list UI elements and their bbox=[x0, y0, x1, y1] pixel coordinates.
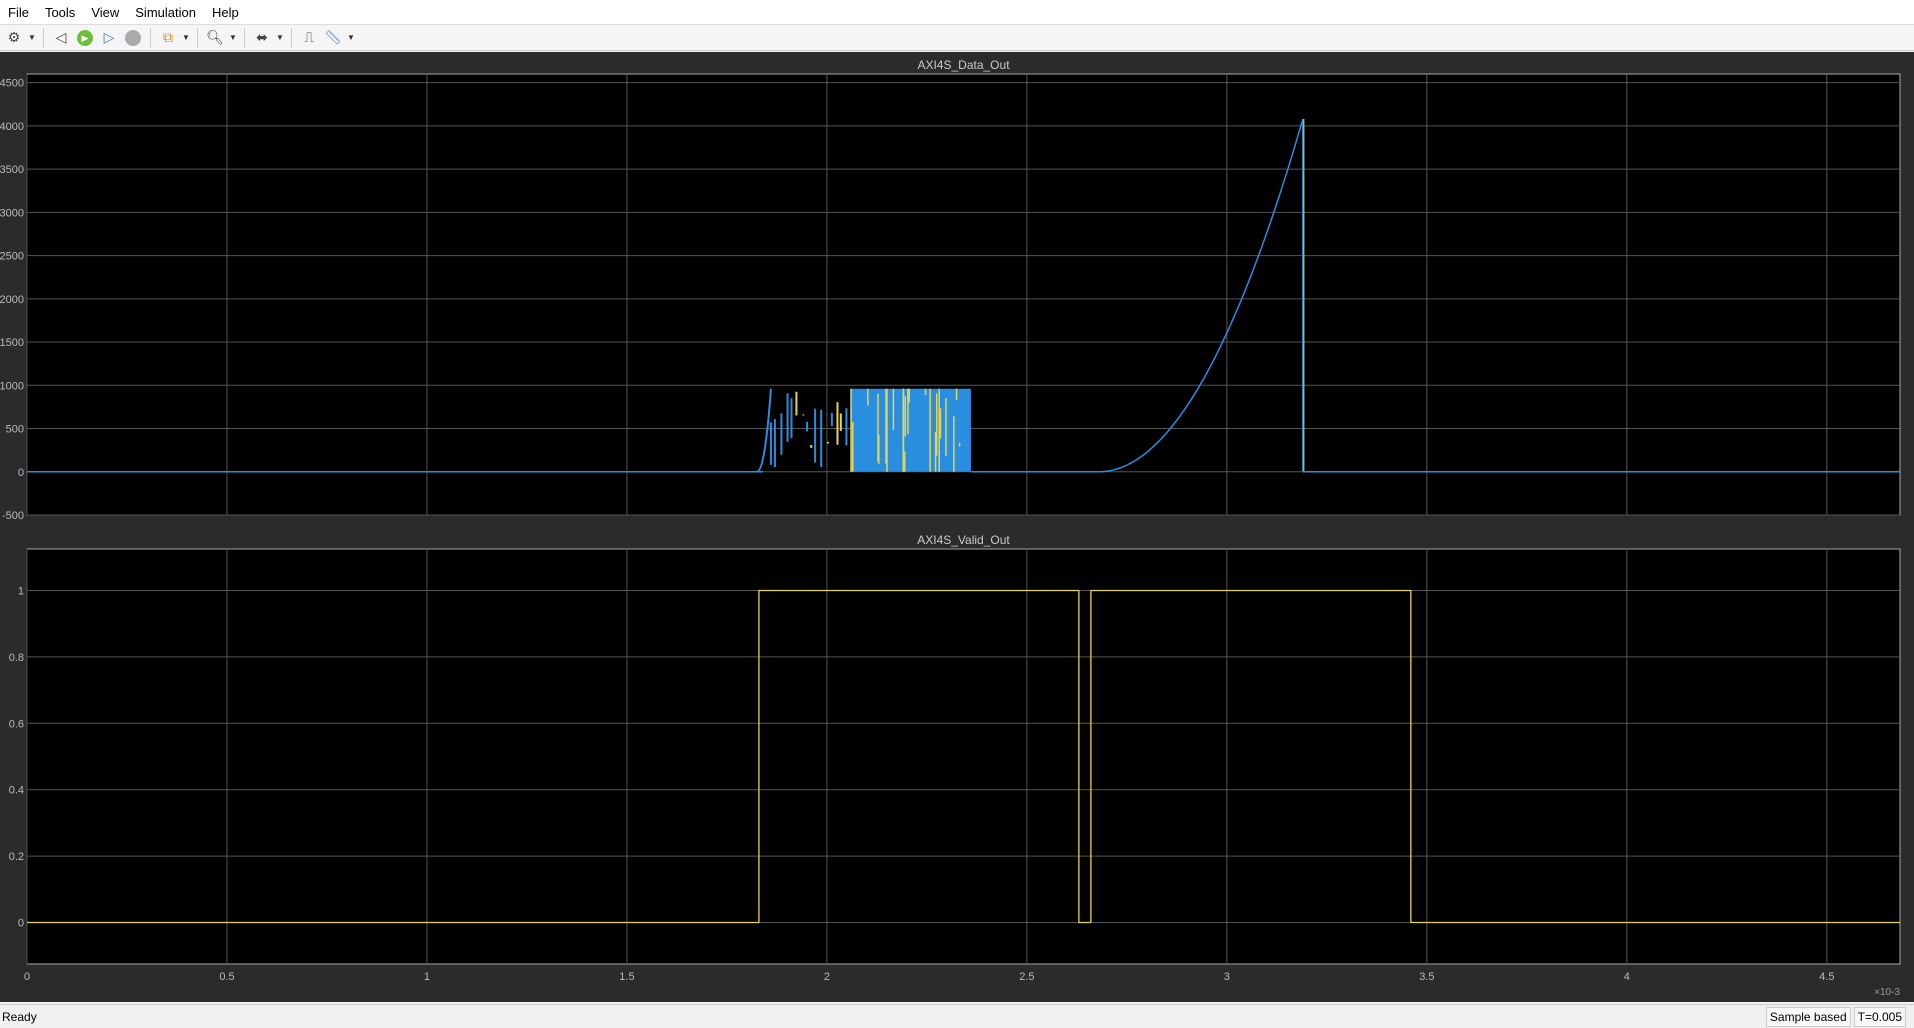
sample-mode: Sample based bbox=[1765, 1006, 1851, 1027]
zoom-in-icon[interactable]: 🔍︎ bbox=[205, 28, 225, 48]
x-tick-label: 4 bbox=[1624, 971, 1630, 983]
menu-simulation[interactable]: Simulation bbox=[127, 5, 204, 20]
scope-plots[interactable]: AXI4S_Data_Out-5000500100015002000250030… bbox=[0, 52, 1914, 1002]
y-tick-label: 4500 bbox=[0, 78, 24, 90]
y-tick-label: 3000 bbox=[0, 207, 24, 219]
chevron-down-icon[interactable]: ▼ bbox=[276, 33, 284, 42]
y-tick-label: 2500 bbox=[0, 251, 24, 263]
step-back-icon[interactable]: ◁ bbox=[51, 28, 71, 48]
divider bbox=[244, 27, 245, 48]
menu-tools[interactable]: Tools bbox=[37, 5, 83, 20]
status-text: Ready bbox=[2, 1009, 37, 1024]
menu-bar: File Tools View Simulation Help bbox=[0, 0, 1914, 24]
y-tick-label: 0.8 bbox=[9, 652, 24, 664]
divider bbox=[43, 27, 44, 48]
divider bbox=[197, 27, 198, 48]
y-tick-label: 1 bbox=[18, 586, 24, 598]
signal-selector-icon[interactable]: ⧉ bbox=[158, 28, 178, 48]
plot-title: AXI4S_Valid_Out bbox=[917, 533, 1010, 547]
y-tick-label: 0.4 bbox=[9, 785, 24, 797]
step-forward-icon[interactable]: ▷ bbox=[99, 28, 119, 48]
divider bbox=[150, 27, 151, 48]
y-tick-label: 0.6 bbox=[9, 718, 24, 730]
menu-file[interactable]: File bbox=[0, 5, 37, 20]
stop-icon[interactable] bbox=[123, 28, 143, 48]
y-tick-label: 0.2 bbox=[9, 851, 24, 863]
x-tick-label: 1.5 bbox=[619, 971, 634, 983]
scale-axes-icon[interactable]: ⬌ bbox=[252, 28, 272, 48]
y-tick-label: 3500 bbox=[0, 164, 24, 176]
chevron-down-icon[interactable]: ▼ bbox=[28, 33, 36, 42]
x-tick-label: 0.5 bbox=[219, 971, 234, 983]
x-tick-label: 1 bbox=[424, 971, 430, 983]
x-tick-label: 3.5 bbox=[1419, 971, 1434, 983]
run-icon[interactable]: ▶ bbox=[75, 28, 95, 48]
sim-time: T=0.005 bbox=[1853, 1006, 1906, 1027]
x-multiplier-label: ×10-3 bbox=[1874, 987, 1900, 998]
plot-area bbox=[26, 548, 1901, 965]
x-tick-label: 3 bbox=[1224, 971, 1230, 983]
y-tick-label: 2000 bbox=[0, 294, 24, 306]
settings-gear-icon[interactable]: ⚙ bbox=[4, 28, 24, 48]
y-tick-label: 0 bbox=[18, 918, 24, 930]
measurements-ruler-icon[interactable]: 📏︎ bbox=[323, 28, 343, 48]
chevron-down-icon[interactable]: ▼ bbox=[229, 33, 237, 42]
y-tick-label: -500 bbox=[2, 510, 24, 522]
y-tick-label: 1500 bbox=[0, 337, 24, 349]
x-tick-label: 2 bbox=[824, 971, 830, 983]
y-tick-label: 4000 bbox=[0, 121, 24, 133]
y-tick-label: 1000 bbox=[0, 380, 24, 392]
x-tick-label: 2.5 bbox=[1019, 971, 1034, 983]
y-tick-label: 0 bbox=[18, 467, 24, 479]
status-bar: Ready Sample based T=0.005 bbox=[0, 1004, 1914, 1028]
scope-display: AXI4S_Data_Out -500 0 500 1000 1500 2000 2500 30… bbox=[0, 52, 1914, 1002]
toolbar: ⚙ ▼ ◁ ▶ ▷ ⧉ ▼ 🔍︎ ▼ ⬌ ▼ ⎍ 📏︎ ▼ bbox=[0, 24, 1914, 51]
x-tick-label: 4.5 bbox=[1819, 971, 1834, 983]
plot-title: AXI4S_Data_Out bbox=[917, 58, 1010, 72]
divider bbox=[291, 27, 292, 48]
menu-help[interactable]: Help bbox=[204, 5, 247, 20]
chevron-down-icon[interactable]: ▼ bbox=[182, 33, 190, 42]
x-tick-label: 0 bbox=[24, 971, 30, 983]
triggers-icon[interactable]: ⎍ bbox=[299, 28, 319, 48]
y-tick-label: 500 bbox=[6, 424, 24, 436]
menu-view[interactable]: View bbox=[83, 5, 127, 20]
chevron-down-icon[interactable]: ▼ bbox=[347, 33, 355, 42]
